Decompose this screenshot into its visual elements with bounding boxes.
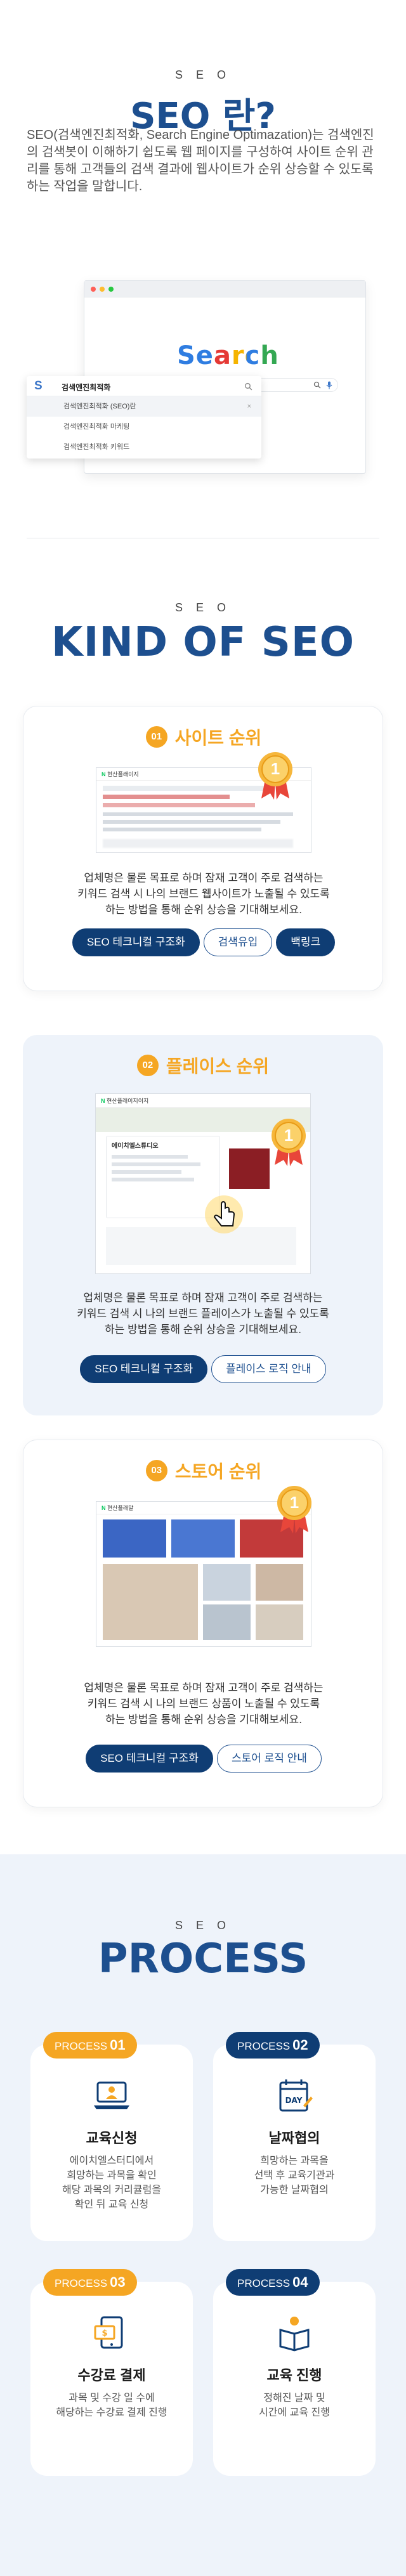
search-icon <box>244 382 252 391</box>
svg-text:DAY: DAY <box>285 2096 303 2105</box>
seo-kind-card-place: 02 플레이스 순위 N 현산플래이지이지 에이치엘스튜디오 1 업체명은 물론… <box>23 1035 383 1415</box>
process-section: S E O PROCESS PROCESS 01 교육신청 에이치엘스터디에서 희… <box>0 1854 406 2576</box>
autocomplete-item[interactable]: 검색엔진최적화 (SEO)란 × <box>27 396 261 417</box>
seo-kind-card-site: 01 사이트 순위 N 현산플래이지 1 업체명은 물론 목표로 하며 잠재 고객… <box>23 706 383 991</box>
autocomplete-item-label: 검색엔진최적화 마케팅 <box>63 423 130 431</box>
backlink-button[interactable]: 백링크 <box>276 928 336 956</box>
process-step-card: PROCESS 02 DAY 날짜협의 희망하는 과목을 선택 후 교육기관과 가… <box>213 2032 376 2241</box>
card-header: 02 플레이스 순위 <box>23 1053 383 1078</box>
card-number-badge: 03 <box>145 1460 167 1481</box>
card-number-badge: 01 <box>145 726 167 748</box>
seo-technical-button[interactable]: SEO 테크니컬 구조화 <box>80 1355 208 1383</box>
process-eyebrow: S E O <box>174 1919 231 1932</box>
calendar-day-icon: DAY <box>279 2079 313 2112</box>
card-description: 업체명은 물론 목표로 하며 잠재 고객이 주로 검색하는 키워드 검색 시 나… <box>84 1682 324 1726</box>
process-step-title: 수강료 결제 <box>77 2367 146 2383</box>
autocomplete-query: 검색엔진최적화 <box>62 383 111 392</box>
seo-technical-button[interactable]: SEO 테크니컬 구조화 <box>86 1745 213 1773</box>
mic-icon <box>326 381 332 389</box>
card-header: 03 스토어 순위 <box>23 1458 384 1483</box>
process-step-card: PROCESS 04 교육 진행 정해진 날짜 및 시간에 교육 진행 <box>213 2269 376 2476</box>
place-photo <box>229 1148 270 1189</box>
close-icon[interactable]: × <box>247 396 251 417</box>
process-step-title: 교육신청 <box>86 2130 138 2146</box>
naver-n-icon: N <box>102 1505 106 1511</box>
first-place-medal-icon: 1 <box>256 750 294 803</box>
close-dot-icon <box>91 287 96 292</box>
card-description: 업체명은 물론 목표로 하며 잠재 고객이 주로 검색하는 키워드 검색 시 나… <box>77 872 330 916</box>
card-button-group: SEO 테크니컬 구조화 플레이스 로직 안내 <box>23 1355 383 1383</box>
process-step-description: 희망하는 과목을 선택 후 교육기관과 가능한 날짜협의 <box>254 2156 335 2195</box>
process-title: PROCESS <box>98 1935 308 1982</box>
place-rank-screenshot: N 현산플래이지이지 에이치엘스튜디오 1 <box>95 1093 311 1274</box>
process-step-tag: PROCESS 02 <box>226 2032 320 2059</box>
minimize-dot-icon <box>100 287 105 292</box>
naver-n-icon: N <box>101 1098 105 1104</box>
click-hand-icon <box>205 1195 243 1233</box>
card-button-group: SEO 테크니컬 구조화 검색유입 백링크 <box>23 928 384 956</box>
kinds-title: KIND OF SEO <box>51 619 355 666</box>
seo-intro-section: S E O SEO 란? SEO(검색엔진최적화, Search Engine … <box>0 0 406 539</box>
place-logic-button[interactable]: 플레이스 로직 안내 <box>211 1355 326 1383</box>
first-place-medal-icon: 1 <box>270 1117 308 1169</box>
thumb-title: 현산플래말 <box>107 1505 134 1511</box>
card-title: 스토어 순위 <box>174 1462 262 1481</box>
payment-phone-icon: $ <box>94 2316 123 2349</box>
first-place-medal-icon: 1 <box>275 1484 313 1537</box>
process-step-tag: PROCESS 04 <box>226 2269 320 2296</box>
card-title: 플레이스 순위 <box>166 1057 270 1076</box>
autocomplete-item[interactable]: 검색엔진최적화 마케팅 <box>27 417 261 437</box>
search-logo-text: Search <box>177 341 279 370</box>
search-icon <box>313 381 321 389</box>
card-header: 01 사이트 순위 <box>23 724 384 750</box>
maximize-dot-icon <box>108 287 114 292</box>
seo-technical-button[interactable]: SEO 테크니컬 구조화 <box>72 928 200 956</box>
process-step-card: PROCESS 01 교육신청 에이치엘스터디에서 희망하는 과목을 확인 해당 … <box>30 2032 193 2241</box>
card-description: 업체명은 물론 목표로 하며 잠재 고객이 주로 검색하는 키워드 검색 시 나… <box>77 1292 329 1336</box>
naver-n-icon: N <box>102 771 106 777</box>
svg-text:$: $ <box>102 2329 107 2338</box>
search-s-logo: S <box>34 379 43 393</box>
process-step-description: 에이치엘스터디에서 희망하는 과목을 확인 해당 과목의 커리큘럼을 확인 뒤 … <box>62 2156 162 2210</box>
autocomplete-item-label: 검색엔진최적화 키워드 <box>63 443 130 451</box>
process-step-title: 날짜협의 <box>268 2130 320 2146</box>
process-step-description: 과목 및 수강 일 수에 해당하는 수강료 결제 진행 <box>56 2393 167 2418</box>
seo-kind-card-store: 03 스토어 순위 N 현산플래말 1 업체명은 물론 목표로 하며 잠재 고객이… <box>23 1440 383 1807</box>
process-step-title: 교육 진행 <box>266 2367 322 2383</box>
thumb-title: 현산플래이지이지 <box>107 1098 149 1104</box>
autocomplete-input-row[interactable]: S 검색엔진최적화 <box>27 376 261 396</box>
store-logic-button[interactable]: 스토어 로직 안내 <box>216 1745 322 1773</box>
reading-person-icon <box>279 2317 310 2352</box>
intro-description: SEO(검색엔진최적화, Search Engine Optimazation)… <box>27 128 374 193</box>
card-button-group: SEO 테크니컬 구조화 스토어 로직 안내 <box>23 1745 384 1773</box>
browser-toolbar <box>84 281 365 297</box>
autocomplete-item-label: 검색엔진최적화 (SEO)란 <box>63 403 136 410</box>
process-step-description: 정해진 날짜 및 시간에 교육 진행 <box>259 2393 330 2418</box>
store-rank-screenshot: N 현산플래말 1 <box>96 1486 311 1647</box>
process-step-tag: PROCESS 01 <box>43 2032 137 2059</box>
card-title: 사이트 순위 <box>174 728 262 748</box>
process-step-tag: PROCESS 03 <box>43 2269 137 2296</box>
autocomplete-item[interactable]: 검색엔진최적화 키워드 <box>27 437 261 457</box>
search-inflow-button[interactable]: 검색유입 <box>203 928 273 956</box>
site-rank-screenshot: N 현산플래이지 1 <box>96 752 311 853</box>
card-number-badge: 02 <box>136 1055 159 1076</box>
process-step-card: PROCESS 03 $ 수강료 결제 과목 및 수강 일 수에 해당하는 수강료… <box>30 2269 193 2476</box>
search-autocomplete-dropdown: S 검색엔진최적화 검색엔진최적화 (SEO)란 × 검색엔진최적화 마케팅 검… <box>27 376 261 459</box>
search-logo: Search <box>177 341 279 370</box>
thumb-title: 현산플래이지 <box>107 771 139 777</box>
laptop-user-icon <box>94 2081 129 2109</box>
place-info-card: 에이치엘스튜디오 <box>106 1136 220 1218</box>
kinds-eyebrow: S E O <box>174 601 231 614</box>
intro-eyebrow: S E O <box>174 68 231 81</box>
